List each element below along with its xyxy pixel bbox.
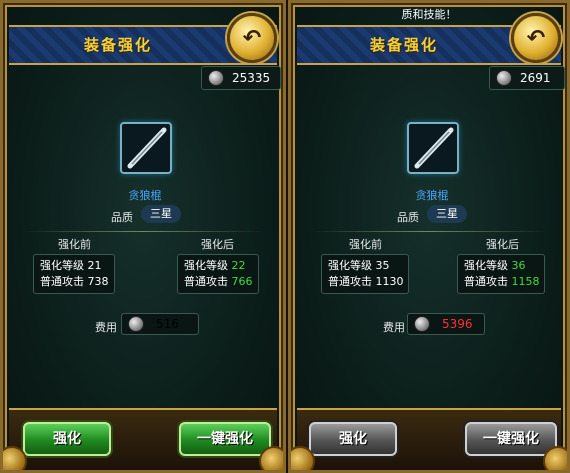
stats-before: 强化等级 21 普通攻击 738 <box>33 254 115 294</box>
panel-title: 装备强化 <box>83 36 152 54</box>
enhance-panel-left: 装备强化 ↶ 25335 贪狼棍 品质 三星 强化前 强化后 强化等级 21 普… <box>0 0 286 473</box>
back-button[interactable]: ↶ <box>511 13 561 63</box>
quality-value: 三星 <box>427 205 467 223</box>
silver-coin-icon <box>414 316 430 332</box>
item-slot[interactable] <box>407 122 459 174</box>
attack-value: 1130 <box>375 275 404 288</box>
level-value: 22 <box>231 259 246 272</box>
fee-label: 费用 <box>383 321 405 334</box>
attack-label: 普通攻击 <box>184 275 228 288</box>
corner-ornament <box>291 446 315 470</box>
quality-label: 品质 <box>111 211 133 224</box>
attack-label: 普通攻击 <box>40 275 84 288</box>
before-label: 强化前 <box>349 238 382 251</box>
attack-value: 738 <box>87 275 109 288</box>
after-label: 强化后 <box>201 238 234 251</box>
item-name: 贪狼棍 <box>128 189 162 202</box>
level-label: 强化等级 <box>328 259 372 272</box>
level-label: 强化等级 <box>40 259 84 272</box>
stats-after: 强化等级 22 普通攻击 766 <box>177 254 259 294</box>
enhance-button[interactable]: 强化 <box>309 422 397 456</box>
back-arrow-icon: ↶ <box>526 25 546 51</box>
stats-after: 强化等级 36 普通攻击 1158 <box>457 254 545 294</box>
attack-value: 1158 <box>511 275 540 288</box>
auto-enhance-button[interactable]: 一键强化 <box>179 422 271 456</box>
fee-display: 516 <box>121 313 199 335</box>
level-value: 36 <box>511 259 526 272</box>
after-label: 强化后 <box>486 238 519 251</box>
fee-display: 5396 <box>407 313 485 335</box>
attack-value: 766 <box>231 275 253 288</box>
currency-amount: 25335 <box>232 71 271 85</box>
level-value: 21 <box>87 259 102 272</box>
attack-label: 普通攻击 <box>464 275 508 288</box>
currency-display: 25335 <box>201 66 281 90</box>
currency-amount: 2691 <box>520 71 551 85</box>
currency-display: 2691 <box>489 66 565 90</box>
fee-amount: 5396 <box>442 317 473 331</box>
silver-coin-icon <box>496 70 512 86</box>
quality-label: 品质 <box>397 211 419 224</box>
before-label: 强化前 <box>58 238 91 251</box>
level-label: 强化等级 <box>464 259 508 272</box>
enhance-button[interactable]: 强化 <box>23 422 111 456</box>
divider <box>311 231 547 232</box>
silver-coin-icon <box>128 316 144 332</box>
level-label: 强化等级 <box>184 259 228 272</box>
panel-title: 装备强化 <box>369 36 438 54</box>
item-name: 贪狼棍 <box>415 189 449 202</box>
silver-coin-icon <box>208 70 224 86</box>
attack-label: 普通攻击 <box>328 275 372 288</box>
level-value: 35 <box>375 259 390 272</box>
corner-ornament <box>3 446 27 470</box>
divider <box>23 231 263 232</box>
staff-weapon-icon <box>127 127 167 169</box>
back-arrow-icon: ↶ <box>242 25 262 51</box>
back-button[interactable]: ↶ <box>227 13 277 63</box>
corner-ornament <box>543 446 567 470</box>
quality-value: 三星 <box>141 205 181 223</box>
item-slot[interactable] <box>120 122 172 174</box>
corner-ornament <box>259 446 283 470</box>
enhance-panel-right: 质和技能！ 装备强化 ↶ 2691 贪狼棍 品质 三星 强化前 强化后 强化等级… <box>288 0 570 473</box>
fee-label: 费用 <box>95 321 117 334</box>
stats-before: 强化等级 35 普通攻击 1130 <box>321 254 409 294</box>
staff-weapon-icon <box>414 127 454 169</box>
auto-enhance-button[interactable]: 一键强化 <box>465 422 557 456</box>
fee-amount: 516 <box>156 317 179 331</box>
